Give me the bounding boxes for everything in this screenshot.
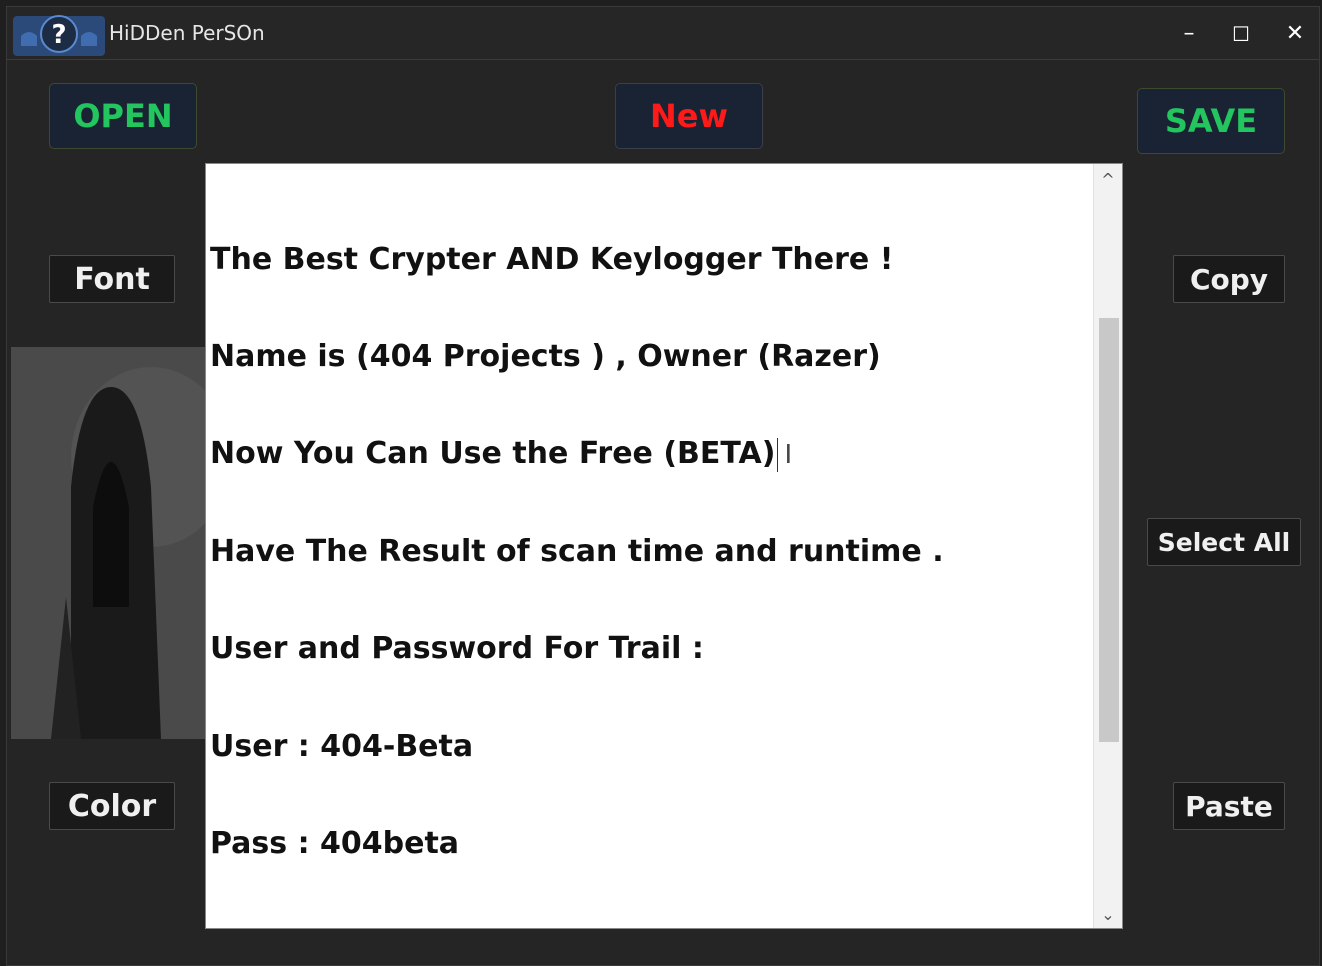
text-editor[interactable]: The Best Crypter AND Keylogger There ! N…: [205, 163, 1123, 929]
editor-line: Now You Can Use the Free (BETA) I: [210, 436, 792, 472]
hooded-figure-image: [11, 347, 207, 739]
paste-button[interactable]: Paste: [1173, 782, 1285, 830]
editor-line: User : 404-Beta: [210, 729, 474, 764]
title-bar[interactable]: ? HiDDen PerSOn – ☐ ✕: [7, 7, 1319, 60]
close-icon[interactable]: ✕: [1275, 19, 1315, 49]
vertical-scrollbar[interactable]: ^ ⌄: [1093, 164, 1122, 928]
new-button[interactable]: New: [615, 83, 763, 149]
minimize-icon[interactable]: –: [1169, 19, 1209, 49]
editor-line: Have The Result of scan time and runtime…: [210, 534, 944, 569]
editor-line: Pass : 404beta: [210, 826, 460, 861]
select-all-button[interactable]: Select All: [1147, 518, 1301, 566]
copy-button[interactable]: Copy: [1173, 255, 1285, 303]
window-title: HiDDen PerSOn: [109, 21, 265, 45]
editor-line-text: Now You Can Use the Free (BETA): [210, 436, 776, 471]
maximize-icon[interactable]: ☐: [1221, 19, 1261, 49]
save-button[interactable]: SAVE: [1137, 88, 1285, 154]
scroll-up-icon[interactable]: ^: [1094, 170, 1122, 189]
font-button[interactable]: Font: [49, 255, 175, 303]
color-button[interactable]: Color: [49, 782, 175, 830]
i-beam-icon: I: [784, 440, 793, 470]
text-cursor-icon: [777, 437, 779, 472]
app-window: ? HiDDen PerSOn – ☐ ✕ OPEN New SAVE Font…: [6, 6, 1320, 966]
open-button[interactable]: OPEN: [49, 83, 197, 149]
scroll-down-icon[interactable]: ⌄: [1094, 905, 1122, 924]
hooded-figure-question-icon: ?: [13, 10, 105, 58]
editor-line: User and Password For Trail :: [210, 631, 704, 666]
svg-text:?: ?: [51, 20, 66, 50]
scroll-thumb[interactable]: [1099, 318, 1119, 742]
editor-line: Name is (404 Projects ) , Owner (Razer): [210, 339, 881, 374]
editor-line: The Best Crypter AND Keylogger There !: [210, 242, 894, 277]
